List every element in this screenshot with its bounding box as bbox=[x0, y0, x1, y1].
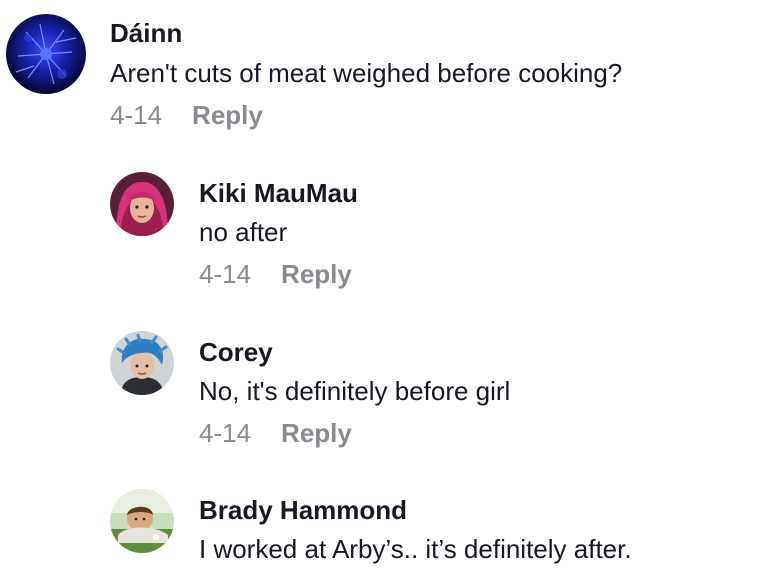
avatar[interactable] bbox=[110, 331, 174, 395]
blue-hair-avatar-icon bbox=[110, 331, 174, 395]
avatar[interactable] bbox=[110, 172, 174, 236]
comment-meta: 4-14 Reply bbox=[110, 100, 263, 131]
comment-text: no after bbox=[199, 217, 288, 247]
reply-button[interactable]: Reply bbox=[192, 100, 263, 130]
avatar[interactable] bbox=[6, 14, 86, 94]
comment-date: 4-14 bbox=[199, 259, 252, 289]
username[interactable]: Brady Hammond bbox=[199, 495, 407, 526]
username[interactable]: Corey bbox=[199, 337, 273, 368]
outdoor-photo-avatar-icon bbox=[110, 489, 174, 553]
username[interactable]: Dáinn bbox=[110, 18, 182, 49]
reply-button[interactable]: Reply bbox=[281, 418, 352, 448]
comment-meta: 4-14 Reply bbox=[199, 418, 352, 449]
avatar[interactable] bbox=[110, 489, 174, 553]
comment-text: Aren't cuts of meat weighed before cooki… bbox=[110, 58, 623, 88]
comment-text: I worked at Arby’s.. it’s definitely aft… bbox=[199, 534, 632, 564]
comment-date: 4-14 bbox=[199, 418, 252, 448]
blue-flower-avatar-icon bbox=[6, 14, 86, 94]
username[interactable]: Kiki MauMau bbox=[199, 178, 358, 209]
comment-meta: 4-14 Reply bbox=[199, 259, 352, 290]
comment-text: No, it's definitely before girl bbox=[199, 376, 511, 406]
reply-button[interactable]: Reply bbox=[281, 259, 352, 289]
comment-date: 4-14 bbox=[110, 100, 163, 130]
pink-hair-avatar-icon bbox=[110, 172, 174, 236]
